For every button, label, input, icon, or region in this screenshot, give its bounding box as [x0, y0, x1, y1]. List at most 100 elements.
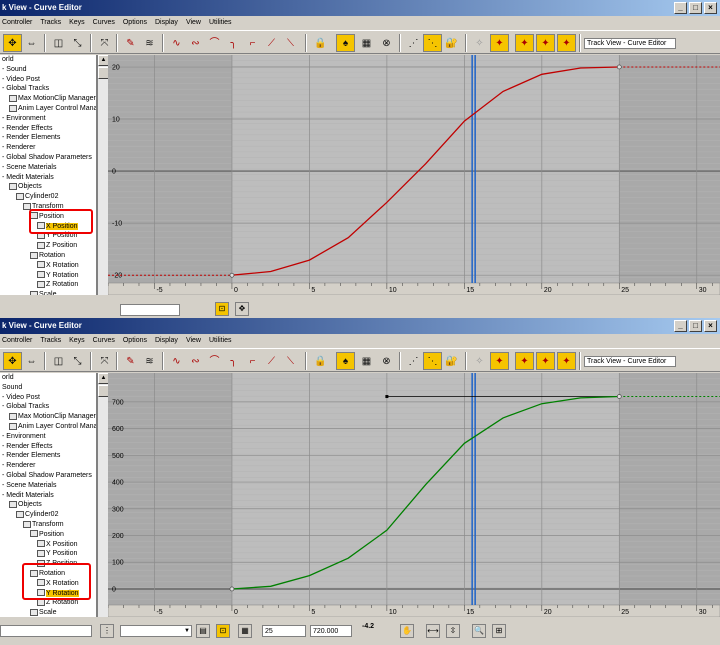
show-keyable-icon[interactable]: ⊗ — [377, 34, 396, 52]
set-key-mode-icon[interactable]: ✦ — [490, 352, 509, 370]
tree-item[interactable]: - Environment — [0, 432, 96, 442]
tree-item[interactable]: - Medit Materials — [0, 491, 96, 501]
tangent-slow-icon[interactable]: ╮ — [224, 352, 243, 370]
menu-keys[interactable]: Keys — [69, 334, 85, 347]
pan-icon[interactable]: ✥ — [235, 302, 249, 316]
tree-item[interactable]: - Environment — [0, 114, 96, 124]
tangent-step-icon[interactable]: ⌐ — [243, 352, 262, 370]
tree-item[interactable]: - Renderer — [0, 461, 96, 471]
maximize-button[interactable]: □ — [689, 320, 702, 332]
tangent-auto-icon[interactable]: ∿ — [167, 34, 186, 52]
minimize-button[interactable]: _ — [674, 320, 687, 332]
menu-controller[interactable]: Controller — [2, 16, 32, 29]
menu-curves[interactable]: Curves — [93, 16, 115, 29]
key-mode-icon[interactable]: ✦ — [557, 352, 576, 370]
snap-frames-icon[interactable]: ♠ — [336, 34, 355, 52]
tangent-fast-icon[interactable]: ⌒ — [205, 352, 224, 370]
tangent-linear-icon[interactable]: ⟋ — [262, 34, 281, 52]
tree-item[interactable]: - Medit Materials — [0, 173, 96, 183]
menu-view[interactable]: View — [186, 334, 201, 347]
maximize-button[interactable]: □ — [689, 2, 702, 14]
tangent-step-icon[interactable]: ⌐ — [243, 34, 262, 52]
tree-item[interactable]: - Global Shadow Parameters — [0, 153, 96, 163]
tangent-slow-icon[interactable]: ╮ — [224, 34, 243, 52]
filter-icon[interactable]: ⋮ — [100, 624, 114, 638]
tree-item[interactable]: X Position — [0, 540, 96, 550]
close-button[interactable]: × — [704, 320, 717, 332]
tree-item[interactable]: Position — [0, 530, 96, 540]
tree-item[interactable]: orld — [0, 55, 96, 65]
curve-graph[interactable]: 700 600 500 400 300 200 100 0 -5 0 5 10 15 20 25 30 — [108, 373, 720, 617]
zoom-icon[interactable]: ⊡ — [215, 302, 229, 316]
tree-item[interactable]: - Renderer — [0, 143, 96, 153]
curve-graph[interactable]: 20 10 0 -10 -20 -5 0 5 10 15 20 25 30 — [108, 55, 720, 295]
tangent-smooth-icon[interactable]: ⟍ — [281, 352, 300, 370]
hand-pan-icon[interactable]: ✋ — [400, 624, 414, 638]
parameter-curve-out-of-range-icon[interactable]: ▦ — [357, 34, 376, 52]
lock-selection-icon[interactable]: 🔒 — [311, 352, 330, 370]
key-mode-icon[interactable]: ✦ — [557, 34, 576, 52]
tree-item[interactable]: Z Position — [0, 241, 96, 251]
next-key-icon[interactable]: ✦ — [515, 34, 534, 52]
tree-item[interactable]: Scale — [0, 608, 96, 617]
status-field[interactable] — [120, 304, 180, 316]
parameter-curve-out-of-range-icon[interactable]: ▦ — [357, 352, 376, 370]
draw-curves-icon[interactable]: ≋ — [140, 34, 159, 52]
zoom-magnifier-icon[interactable]: 🔍 — [472, 624, 486, 638]
tree-item[interactable]: - Render Effects — [0, 124, 96, 134]
prev-key-icon[interactable]: ✦ — [536, 34, 555, 52]
selection-dropdown[interactable]: ▼ — [120, 625, 192, 637]
tree-item[interactable]: Max MotionClip Manager — [0, 412, 96, 422]
show-tangents-icon[interactable]: ⋱ — [423, 352, 442, 370]
tree-item[interactable]: - Render Effects — [0, 442, 96, 452]
status-field-left[interactable] — [0, 625, 92, 637]
tree-item[interactable]: Scale — [0, 290, 96, 295]
tangent-auto-icon[interactable]: ∿ — [167, 352, 186, 370]
tree-scrollbar[interactable]: ▲ — [97, 55, 109, 295]
scale-values-icon[interactable]: ⤧ — [95, 34, 114, 52]
tree-item[interactable]: - Global Shadow Parameters — [0, 471, 96, 481]
snap-frames-icon[interactable]: ♠ — [336, 352, 355, 370]
tree-item[interactable]: Z Rotation — [0, 280, 96, 290]
tree-item[interactable]: - Video Post — [0, 393, 96, 403]
move-keys-horizontal-icon[interactable]: ⇔ — [22, 352, 41, 370]
tree-item[interactable]: Anim Layer Control Manager — [0, 422, 96, 432]
tree-item[interactable]: Y Position — [0, 549, 96, 559]
close-button[interactable]: × — [704, 2, 717, 14]
slide-keys-icon[interactable]: ◫ — [49, 352, 68, 370]
show-tangents-icon[interactable]: ⋱ — [423, 34, 442, 52]
set-key-icon[interactable]: ✧ — [470, 352, 489, 370]
tree-item[interactable]: - Scene Materials — [0, 481, 96, 491]
scale-values-icon[interactable]: ⤧ — [95, 352, 114, 370]
tree-item[interactable]: Objects — [0, 182, 96, 192]
tree-item[interactable]: - Sound — [0, 65, 96, 75]
tree-item[interactable]: orld — [0, 373, 96, 383]
frame-icon[interactable]: ▤ — [196, 624, 210, 638]
show-keyable-icon[interactable]: ⊗ — [377, 352, 396, 370]
tangent-custom-icon[interactable]: ∾ — [186, 352, 205, 370]
tree-item[interactable]: Max MotionClip Manager — [0, 94, 96, 104]
draw-curves-icon[interactable]: ≋ — [140, 352, 159, 370]
tree-item[interactable]: X Rotation — [0, 261, 96, 271]
zoom-vertical-icon[interactable]: ⇳ — [446, 624, 460, 638]
tree-item[interactable]: Y Rotation — [0, 271, 96, 281]
zoom-selected-icon[interactable]: ⊡ — [216, 624, 230, 638]
scale-keys-icon[interactable]: ⤡ — [68, 34, 87, 52]
tree-item[interactable]: - Scene Materials — [0, 163, 96, 173]
show-all-tangents-icon[interactable]: ⋰ — [404, 34, 423, 52]
tree-item[interactable]: - Render Elements — [0, 133, 96, 143]
tree-item[interactable]: Sound — [0, 383, 96, 393]
tangent-custom-icon[interactable]: ∾ — [186, 34, 205, 52]
menu-display[interactable]: Display — [155, 16, 178, 29]
tree-item[interactable]: Rotation — [0, 251, 96, 261]
menu-tracks[interactable]: Tracks — [40, 334, 61, 347]
tree-item[interactable]: - Render Elements — [0, 451, 96, 461]
menu-view[interactable]: View — [186, 16, 201, 29]
menu-curves[interactable]: Curves — [93, 334, 115, 347]
tangent-linear-icon[interactable]: ⟋ — [262, 352, 281, 370]
menu-display[interactable]: Display — [155, 334, 178, 347]
move-keys-horizontal-icon[interactable]: ⇔ — [22, 34, 41, 52]
view-name-field[interactable]: Track View - Curve Editor — [584, 38, 676, 49]
lock-tangents-icon[interactable]: 🔐 — [442, 34, 461, 52]
set-key-icon[interactable]: ✧ — [470, 34, 489, 52]
